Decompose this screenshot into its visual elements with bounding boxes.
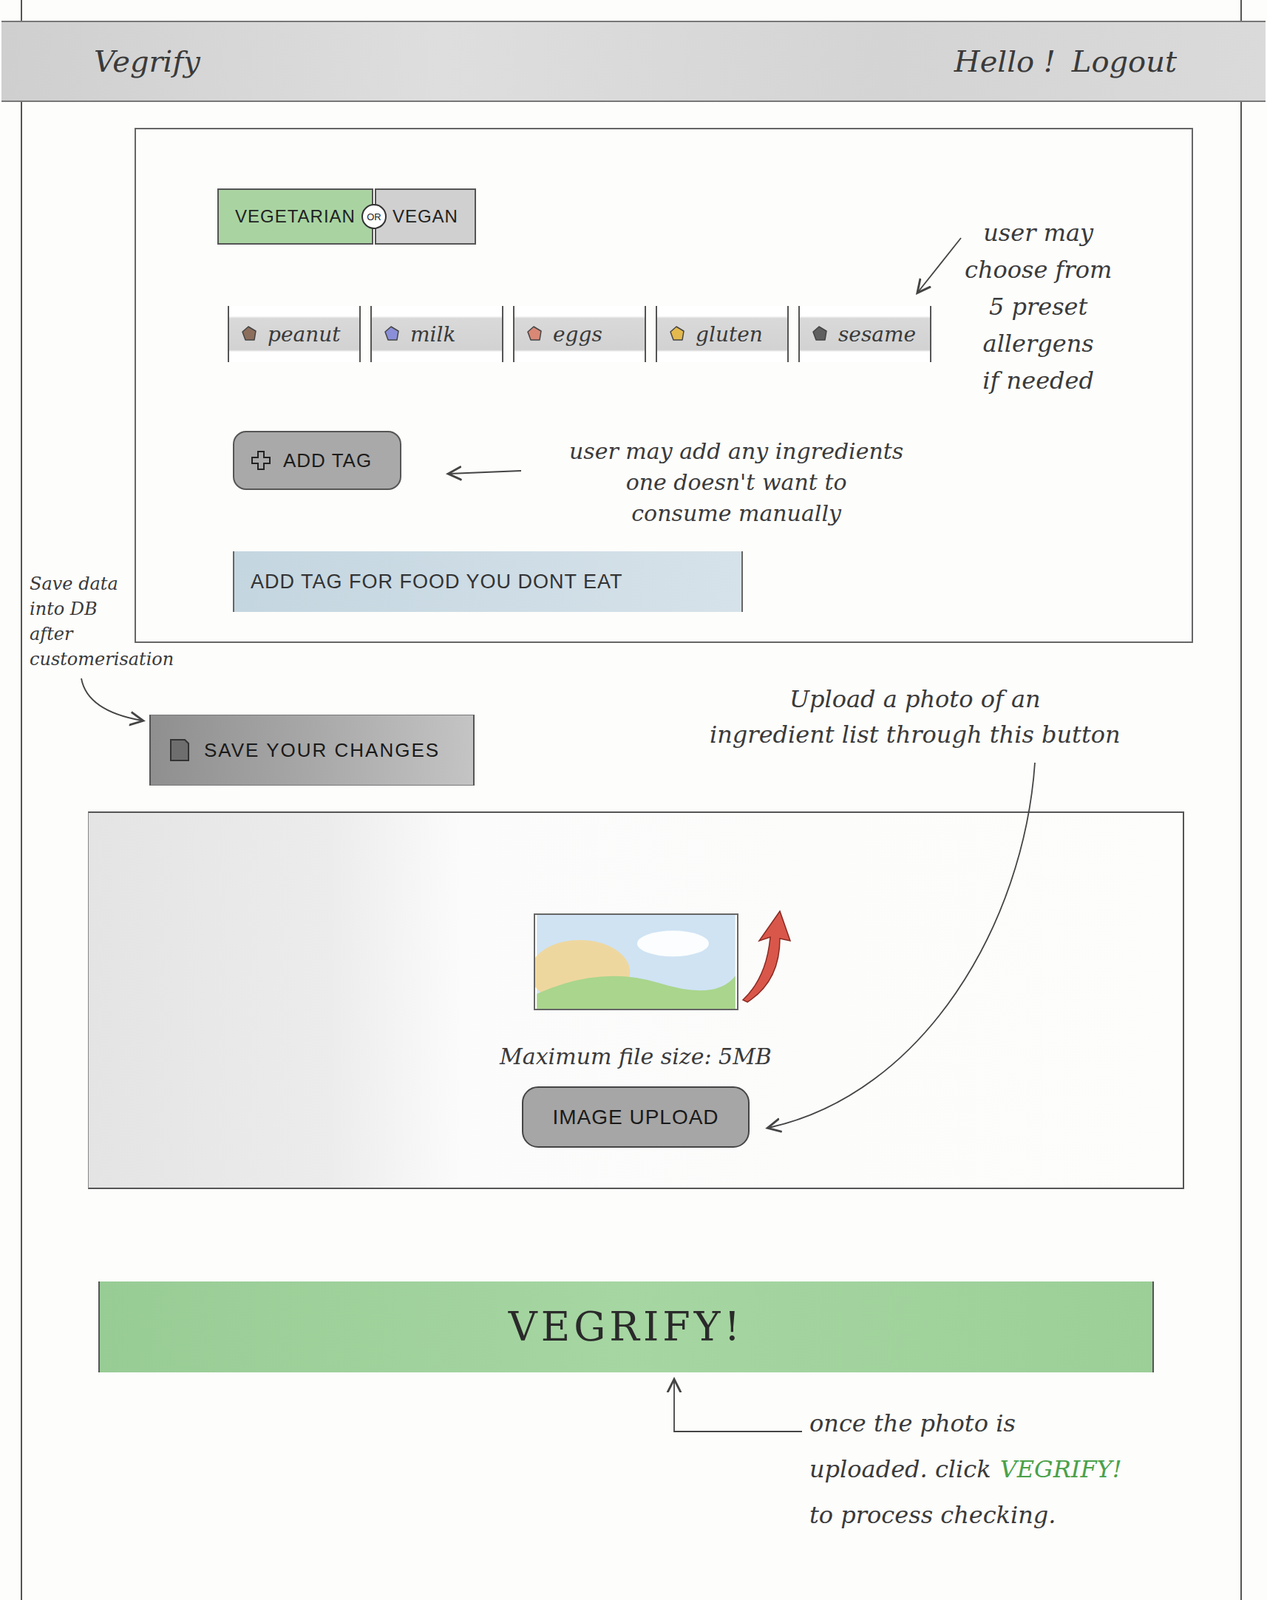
annotation-text: once the photo is bbox=[809, 1400, 1016, 1447]
allergen-label: eggs bbox=[552, 322, 603, 347]
annotation: once the photo isuploaded. clickVEGRIFY!… bbox=[809, 1400, 1123, 1539]
allergen-tag[interactable]: milk bbox=[370, 306, 504, 363]
add-tag-button[interactable]: ADD TAG bbox=[232, 430, 402, 491]
landscape-icon bbox=[535, 915, 737, 1010]
image-upload-button[interactable]: IMAGE UPLOAD bbox=[521, 1086, 750, 1148]
allergen-tag[interactable]: eggs bbox=[513, 306, 647, 363]
annotation-line: user may add any ingredients bbox=[569, 436, 904, 468]
save-button[interactable]: SAVE YOUR CHANGES bbox=[149, 714, 475, 786]
diet-toggle: VEGETARIANORVEGAN bbox=[217, 188, 477, 245]
greeting: Hello ! bbox=[954, 44, 1056, 79]
tag-icon bbox=[524, 324, 545, 344]
annotation-line: ingredient list through this button bbox=[709, 717, 1121, 753]
allergen-tag[interactable]: peanut bbox=[227, 306, 361, 363]
annotation-line: to process checking. bbox=[809, 1492, 1057, 1539]
allergen-label: milk bbox=[410, 322, 456, 347]
annotation-text: to process checking. bbox=[809, 1492, 1057, 1539]
diet-option[interactable]: VEGAN bbox=[374, 188, 477, 245]
annotation-line: if needed bbox=[982, 362, 1095, 400]
tag-icon bbox=[810, 324, 830, 344]
logo: Vegrify bbox=[93, 44, 201, 79]
allergen-tag[interactable]: sesame bbox=[798, 306, 932, 363]
logout-link[interactable]: Logout bbox=[1071, 44, 1177, 79]
tag-icon bbox=[667, 324, 687, 344]
annotation-line: choose from bbox=[964, 251, 1112, 289]
annotation-text: uploaded. click bbox=[809, 1446, 992, 1493]
save-icon bbox=[168, 737, 191, 763]
allergen-tag[interactable]: gluten bbox=[655, 306, 789, 363]
diet-option[interactable]: VEGETARIAN bbox=[217, 188, 374, 245]
annotation-line: user may bbox=[983, 214, 1094, 252]
annotation-text: VEGRIFY! bbox=[1000, 1446, 1123, 1493]
annotation-line: into DB bbox=[29, 596, 98, 622]
annotation: Upload a photo of aningredient list thro… bbox=[709, 681, 1121, 753]
allergen-label: peanut bbox=[267, 322, 341, 347]
annotation: user may add any ingredientsone doesn't … bbox=[569, 436, 904, 530]
max-size-note: Maximum file size: 5MB bbox=[499, 1043, 772, 1070]
annotation-arrows bbox=[0, 0, 1267, 1600]
tag-icon bbox=[382, 324, 402, 344]
upload-panel: Maximum file size: 5MB IMAGE UPLOAD bbox=[87, 811, 1185, 1190]
tag-icon bbox=[239, 324, 259, 344]
annotation-line: allergens bbox=[983, 325, 1095, 363]
save-label: SAVE YOUR CHANGES bbox=[204, 739, 440, 763]
annotation-line: uploaded. clickVEGRIFY! bbox=[809, 1446, 1123, 1493]
allergen-label: sesame bbox=[838, 322, 916, 347]
or-separator: OR bbox=[361, 204, 387, 230]
annotation-line: customerisation bbox=[29, 646, 174, 672]
annotation-line: one doesn't want to bbox=[626, 467, 848, 499]
allergen-tags: peanut milk eggs gluten sesame bbox=[227, 306, 932, 363]
annotation-line: Save data bbox=[29, 571, 119, 597]
top-bar: Vegrify Hello ! Logout bbox=[1, 20, 1266, 103]
annotation-line: once the photo is bbox=[809, 1400, 1016, 1447]
upload-arrow-icon bbox=[736, 907, 797, 1004]
allergen-label: gluten bbox=[695, 322, 763, 347]
user-area: Hello ! Logout bbox=[954, 44, 1177, 79]
annotation-line: 5 preset bbox=[989, 288, 1088, 326]
annotation: Save datainto DBaftercustomerisation bbox=[29, 571, 174, 672]
add-tag-label: ADD TAG bbox=[283, 449, 372, 473]
annotation: user maychoose from5 presetallergensif n… bbox=[964, 214, 1112, 400]
annotation-line: consume manually bbox=[631, 498, 842, 530]
annotation-line: Upload a photo of an bbox=[789, 681, 1041, 718]
image-placeholder bbox=[533, 913, 739, 1011]
annotation-line: after bbox=[29, 621, 74, 647]
vegrify-button[interactable]: VEGRIFY! bbox=[98, 1281, 1154, 1373]
plus-icon bbox=[249, 448, 273, 473]
tag-input[interactable] bbox=[232, 551, 743, 613]
